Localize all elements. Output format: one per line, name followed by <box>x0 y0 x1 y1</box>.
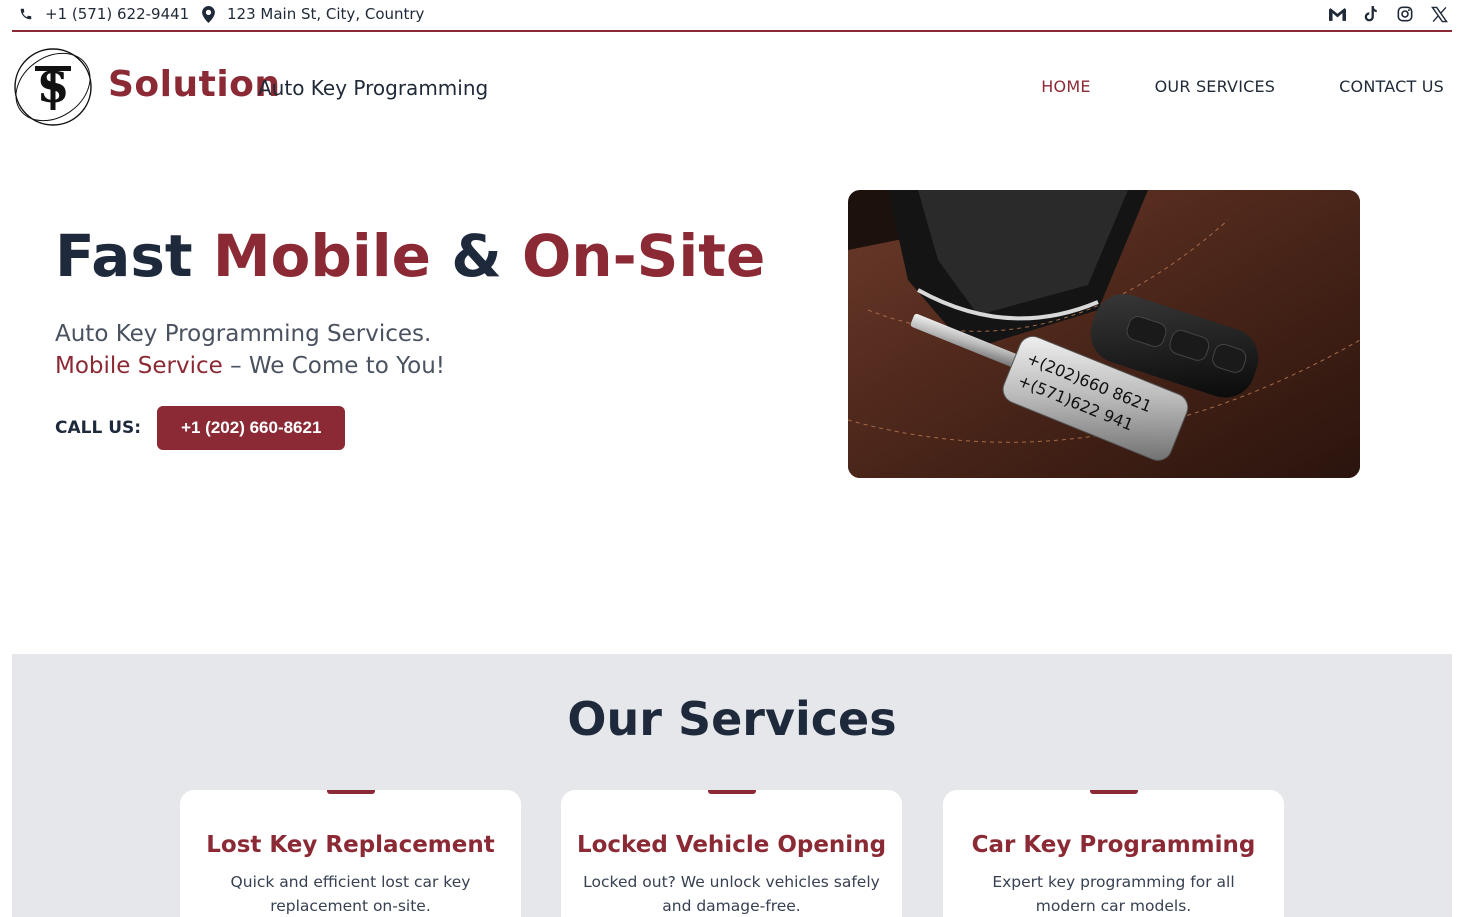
service-card-title: Lost Key Replacement <box>206 832 495 858</box>
phone-icon <box>17 5 35 23</box>
service-card-title: Car Key Programming <box>971 832 1256 858</box>
service-card-title: Locked Vehicle Opening <box>576 832 887 858</box>
nav-our-services[interactable]: OUR SERVICES <box>1155 77 1276 96</box>
top-bar: +1 (571) 622-9441 123 Main St, City, Cou… <box>12 0 1452 32</box>
topbar-address-text: 123 Main St, City, Country <box>227 5 425 23</box>
brand-tagline: Auto Key Programming <box>258 76 489 100</box>
topbar-phone[interactable]: +1 (571) 622-9441 <box>17 5 189 23</box>
hero-title-mobile: Mobile <box>212 222 431 290</box>
social-links <box>1327 4 1449 24</box>
hero-subtitle-line1: Auto Key Programming Services. <box>55 321 432 347</box>
services-section: Our Services Lost Key Replacement Quick … <box>12 654 1452 917</box>
service-card-desc: Locked out? We unlock vehicles safely an… <box>583 873 880 915</box>
call-us-row: CALL US: +1 (202) 660-8621 <box>55 406 346 450</box>
nav-home[interactable]: HOME <box>1041 77 1090 96</box>
tiktok-icon[interactable] <box>1361 4 1381 24</box>
hero-title-amp: & <box>431 222 522 290</box>
hero-title-fast: Fast <box>55 222 213 290</box>
site-header: S Solution Auto Key Programming HOME OUR… <box>12 46 1452 130</box>
hero-title-onsite: On-Site <box>521 222 766 290</box>
hero-image: +(202)660 8621 +(571)622 941 <box>848 190 1360 478</box>
topbar-phone-text: +1 (571) 622-9441 <box>45 5 190 23</box>
x-icon[interactable] <box>1429 4 1449 24</box>
call-phone-button[interactable]: +1 (202) 660-8621 <box>157 406 346 450</box>
main-nav: HOME OUR SERVICES CONTACT US <box>1041 77 1444 96</box>
hero-title: Fast Mobile & On-Site <box>55 222 765 290</box>
hero-subtitle: Auto Key Programming Services. Mobile Se… <box>55 318 445 382</box>
hero-subtitle-line2: Mobile Service – We Come to You! <box>55 350 445 382</box>
service-card-lost-key[interactable]: Lost Key Replacement Quick and efficient… <box>180 790 521 917</box>
map-pin-icon <box>199 5 217 23</box>
card-accent-tab <box>707 790 756 794</box>
call-us-label: CALL US: <box>55 418 142 438</box>
brand-name[interactable]: Solution <box>108 64 281 105</box>
card-accent-tab <box>326 790 375 794</box>
instagram-icon[interactable] <box>1395 4 1415 24</box>
gmail-icon[interactable] <box>1327 4 1347 24</box>
nav-contact-us[interactable]: CONTACT US <box>1339 77 1444 96</box>
service-card-desc: Expert key programming for all modern ca… <box>992 873 1235 915</box>
topbar-address: 123 Main St, City, Country <box>199 5 424 23</box>
service-card-desc: Quick and efficient lost car key replace… <box>230 873 471 915</box>
hero-subtitle-accent: Mobile Service <box>55 353 223 379</box>
service-card-locked-vehicle[interactable]: Locked Vehicle Opening Locked out? We un… <box>561 790 902 917</box>
card-accent-tab <box>1089 790 1138 794</box>
logo-icon[interactable]: S <box>12 46 94 128</box>
hero-subtitle-rest: – We Come to You! <box>222 353 446 379</box>
service-card-key-programming[interactable]: Car Key Programming Expert key programmi… <box>943 790 1284 917</box>
services-title: Our Services <box>567 692 897 746</box>
